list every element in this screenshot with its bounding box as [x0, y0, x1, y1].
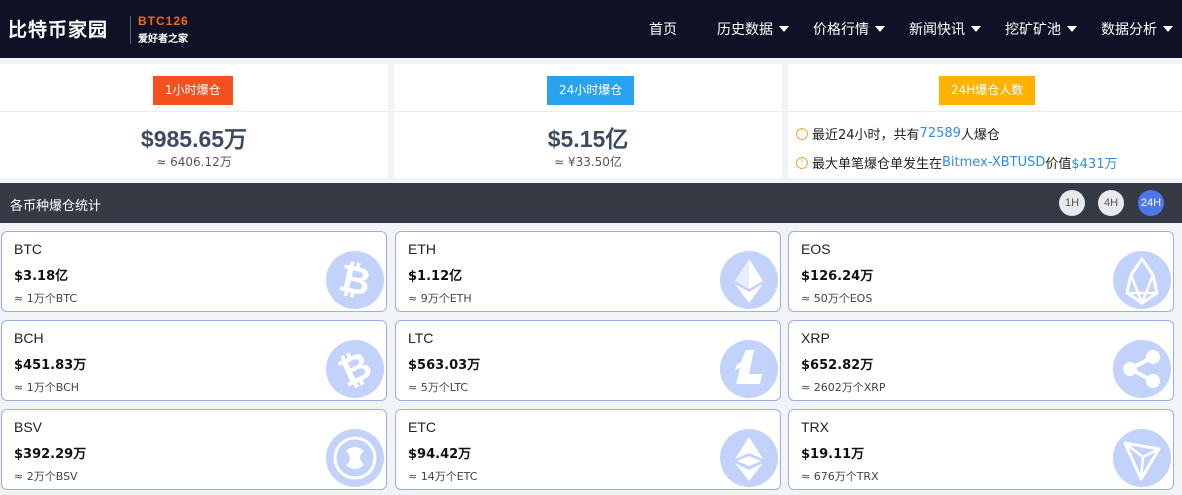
- coin-amount: ≈ 2602万个XRP: [801, 381, 886, 394]
- coin-name: BTC: [14, 241, 42, 257]
- coin-card-ltc[interactable]: LTC $563.03万 ≈ 5万个LTC: [395, 320, 781, 401]
- nav-home-label: 首页: [649, 22, 677, 38]
- coin-value: $94.42万: [408, 447, 472, 462]
- coin-value: $126.24万: [801, 269, 874, 284]
- coin-value: $3.18亿: [14, 269, 69, 284]
- coin-name: EOS: [801, 241, 831, 257]
- nav-history-data-label: 历史数据: [717, 22, 773, 38]
- coin-amount: ≈ 9万个ETH: [408, 292, 472, 305]
- coin-card-bch[interactable]: BCH $451.83万 ≈ 1万个BCH ₿: [1, 320, 387, 401]
- people-count-number: 72589: [919, 126, 961, 141]
- divider: [788, 111, 1182, 112]
- range-24h-button[interactable]: 24H: [1138, 190, 1164, 216]
- people-count-line: ˘ 最近24小时，共有 72589 人爆仓: [796, 124, 1000, 143]
- largest-order-line: ! 最大单笔爆仓单发生在 Bitmex-XBTUSD 价值 $431万: [796, 153, 1117, 172]
- divider: [0, 111, 388, 112]
- range-1h-button[interactable]: 1H: [1059, 190, 1085, 216]
- coin-card-eos[interactable]: EOS $126.24万 ≈ 50万个EOS: [788, 231, 1174, 312]
- logo-tagline[interactable]: 爱好者之家: [138, 30, 188, 45]
- coin-name: BCH: [14, 330, 44, 346]
- coin-name: TRX: [801, 419, 829, 435]
- ripple-icon: [1113, 340, 1171, 398]
- bitcoin-icon: ₿: [326, 251, 384, 309]
- nav-news[interactable]: 新闻快讯: [909, 19, 981, 39]
- coin-card-eth[interactable]: ETH $1.12亿 ≈ 9万个ETH: [395, 231, 781, 312]
- chevron-down-icon: [971, 26, 981, 32]
- coin-name: BSV: [14, 419, 43, 435]
- coin-amount: ≈ 2万个BSV: [14, 470, 78, 483]
- logo-english[interactable]: BTC126: [138, 14, 189, 28]
- nav-data-analysis-label: 数据分析: [1101, 22, 1157, 38]
- coin-card-bsv[interactable]: BSV $392.29万 ≈ 2万个BSV: [1, 409, 387, 490]
- coin-card-etc[interactable]: ETC $94.42万 ≈ 14万个ETC: [395, 409, 781, 490]
- summary-24h-liquidation: 24小时爆仓 $5.15亿 ≈ ¥33.50亿: [394, 64, 782, 178]
- eos-icon: [1113, 251, 1171, 309]
- coin-amount: ≈ 14万个ETC: [408, 470, 478, 483]
- site-logo[interactable]: 比特币家园: [8, 15, 108, 42]
- largest-order-mid: 价值: [1045, 157, 1072, 172]
- range-4h-button[interactable]: 4H: [1098, 190, 1124, 216]
- coin-value: $652.82万: [801, 358, 874, 373]
- nav-price-quotes[interactable]: 价格行情: [813, 19, 885, 39]
- coin-name: XRP: [801, 330, 830, 346]
- coin-value: $392.29万: [14, 447, 87, 462]
- badge-1h[interactable]: 1小时爆仓: [153, 76, 233, 105]
- people-count-suffix: 人爆仓: [960, 128, 1000, 143]
- coin-name: ETC: [408, 419, 436, 435]
- coin-value: $451.83万: [14, 358, 87, 373]
- sad-face-icon: ˘: [796, 127, 808, 140]
- divider: [394, 111, 782, 112]
- people-count-prefix: 最近24小时，共有: [812, 128, 920, 143]
- largest-order-value: $431万: [1071, 157, 1118, 172]
- coin-card-trx[interactable]: TRX $19.11万 ≈ 676万个TRX: [788, 409, 1174, 490]
- largest-order-exchange[interactable]: Bitmex-XBTUSD: [942, 155, 1045, 170]
- ethereum-classic-icon: [720, 429, 778, 487]
- badge-people[interactable]: 24H爆仓人数: [939, 76, 1036, 105]
- liquidation-24h-cny: ≈ ¥33.50亿: [554, 155, 622, 169]
- nav-data-analysis[interactable]: 数据分析: [1101, 19, 1173, 39]
- chevron-down-icon: [875, 26, 885, 32]
- bitcoin-sv-icon: [326, 429, 384, 487]
- litecoin-icon: [720, 340, 778, 398]
- badge-24h[interactable]: 24小时爆仓: [547, 76, 635, 105]
- coin-name: ETH: [408, 241, 436, 257]
- liquidation-1h-cny: ≈ 6406.12万: [156, 155, 232, 169]
- svg-text:₿: ₿: [332, 343, 379, 396]
- coin-amount: ≈ 1万个BTC: [14, 292, 78, 305]
- nav-mining[interactable]: 挖矿矿池: [1005, 19, 1077, 39]
- summary-24h-people: 24H爆仓人数 ˘ 最近24小时，共有 72589 人爆仓 ! 最大单笔爆仓单发…: [788, 64, 1182, 178]
- tron-icon: [1113, 429, 1171, 487]
- ethereum-icon: [720, 251, 778, 309]
- liquidation-24h-value: $5.15亿: [547, 126, 629, 152]
- svg-text:₿: ₿: [335, 255, 374, 304]
- coin-amount: ≈ 5万个LTC: [408, 381, 469, 394]
- largest-order-prefix: 最大单笔爆仓单发生在: [812, 157, 943, 172]
- coin-value: $19.11万: [801, 447, 865, 462]
- bitcoin-cash-icon: ₿: [326, 340, 384, 398]
- coin-card-xrp[interactable]: XRP $652.82万 ≈ 2602万个XRP: [788, 320, 1174, 401]
- nav-price-quotes-label: 价格行情: [813, 22, 869, 38]
- nav-home[interactable]: 首页: [649, 19, 677, 39]
- nav-history-data[interactable]: 历史数据: [717, 19, 789, 39]
- liquidation-1h-value: $985.65万: [140, 126, 248, 152]
- coin-value: $563.03万: [408, 358, 481, 373]
- coin-amount: ≈ 1万个BCH: [14, 381, 80, 394]
- logo-divider: [130, 16, 131, 44]
- chevron-down-icon: [779, 26, 789, 32]
- coin-value: $1.12亿: [408, 269, 463, 284]
- coin-card-btc[interactable]: BTC $3.18亿 ≈ 1万个BTC ₿: [1, 231, 387, 312]
- coin-name: LTC: [408, 330, 434, 346]
- coin-amount: ≈ 676万个TRX: [801, 470, 879, 483]
- nav-mining-label: 挖矿矿池: [1005, 22, 1061, 38]
- section-title: 各币种爆仓统计: [10, 199, 102, 214]
- info-icon: !: [796, 156, 808, 169]
- summary-1h-liquidation: 1小时爆仓 $985.65万 ≈ 6406.12万: [0, 64, 388, 178]
- chevron-down-icon: [1067, 26, 1077, 32]
- top-navbar: 比特币家园 BTC126 爱好者之家 首页 历史数据 价格行情 新闻快讯 挖矿矿…: [0, 0, 1182, 58]
- coin-stats-section-bar: 各币种爆仓统计 1H 4H 24H: [0, 183, 1182, 223]
- nav-news-label: 新闻快讯: [909, 22, 965, 38]
- chevron-down-icon: [1163, 26, 1173, 32]
- coin-amount: ≈ 50万个EOS: [801, 292, 873, 305]
